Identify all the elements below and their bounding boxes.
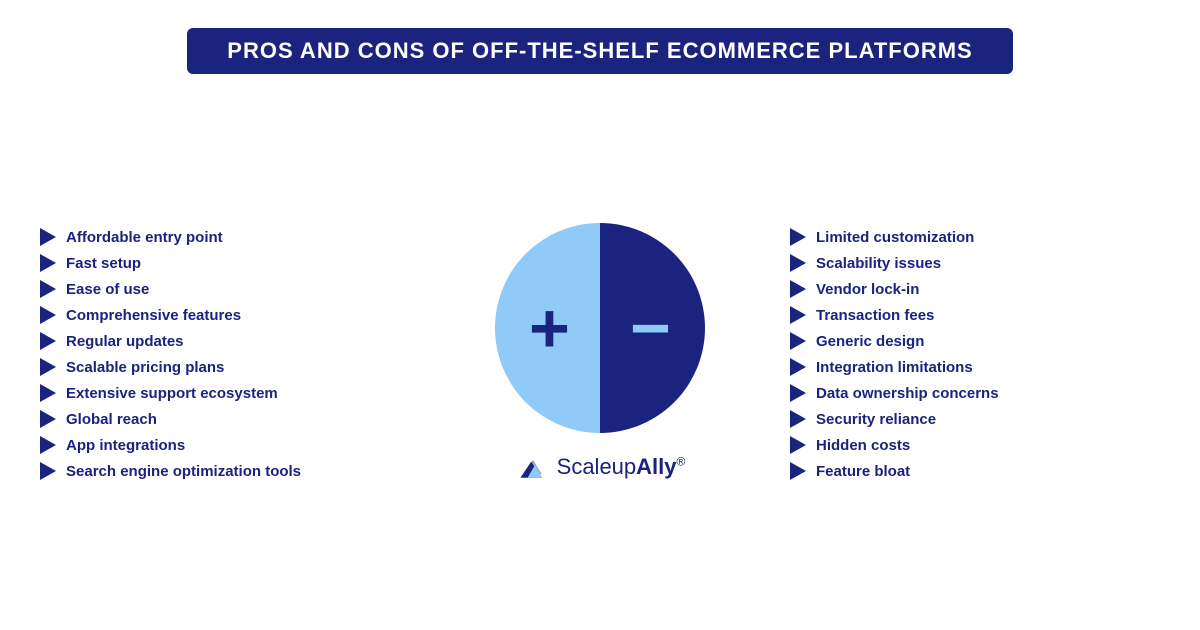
- pros-list-item: Scalable pricing plans: [40, 358, 224, 376]
- pros-list: Affordable entry point Fast setup Ease o…: [40, 228, 410, 480]
- cons-list-item: Scalability issues: [790, 254, 941, 272]
- logo-registered: ®: [677, 455, 686, 469]
- arrow-icon: [40, 254, 56, 272]
- page-container: PROS AND CONS OF OFF-THE-SHELF ECOMMERCE…: [0, 0, 1200, 630]
- logo-area: ScaleupAlly®: [515, 449, 686, 485]
- title-box: PROS AND CONS OF OFF-THE-SHELF ECOMMERCE…: [187, 28, 1012, 74]
- pros-item-text: Global reach: [66, 411, 157, 428]
- circle-cons-half: −: [600, 223, 705, 433]
- cons-list-item: Vendor lock-in: [790, 280, 919, 298]
- pros-item-text: Fast setup: [66, 255, 141, 272]
- arrow-icon: [790, 332, 806, 350]
- arrow-icon: [40, 358, 56, 376]
- pros-list-item: Global reach: [40, 410, 157, 428]
- pros-item-text: Search engine optimization tools: [66, 463, 301, 480]
- cons-list-item: Generic design: [790, 332, 924, 350]
- arrow-icon: [790, 228, 806, 246]
- circle-pros-half: +: [495, 223, 600, 433]
- cons-item-text: Integration limitations: [816, 359, 973, 376]
- arrow-icon: [40, 462, 56, 480]
- arrow-icon: [790, 410, 806, 428]
- pros-item-text: App integrations: [66, 437, 185, 454]
- pros-item-text: Scalable pricing plans: [66, 359, 224, 376]
- cons-list-item: Hidden costs: [790, 436, 910, 454]
- cons-list-item: Transaction fees: [790, 306, 934, 324]
- arrow-icon: [40, 306, 56, 324]
- pros-list-item: Regular updates: [40, 332, 184, 350]
- pros-list-item: Search engine optimization tools: [40, 462, 301, 480]
- pros-item-text: Comprehensive features: [66, 307, 241, 324]
- center-graphic: + − ScaleupAlly®: [495, 223, 705, 485]
- pros-cons-circle: + −: [495, 223, 705, 433]
- pros-list-item: Extensive support ecosystem: [40, 384, 278, 402]
- cons-item-text: Scalability issues: [816, 255, 941, 272]
- arrow-icon: [790, 358, 806, 376]
- cons-item-text: Data ownership concerns: [816, 385, 999, 402]
- pros-list-item: App integrations: [40, 436, 185, 454]
- pros-list-item: Affordable entry point: [40, 228, 223, 246]
- cons-item-text: Limited customization: [816, 229, 974, 246]
- cons-list-item: Limited customization: [790, 228, 974, 246]
- cons-list-item: Feature bloat: [790, 462, 910, 480]
- arrow-icon: [790, 306, 806, 324]
- minus-symbol: −: [630, 293, 671, 363]
- cons-list-item: Integration limitations: [790, 358, 973, 376]
- cons-item-text: Hidden costs: [816, 437, 910, 454]
- arrow-icon: [790, 254, 806, 272]
- arrow-icon: [790, 280, 806, 298]
- page-title: PROS AND CONS OF OFF-THE-SHELF ECOMMERCE…: [227, 38, 972, 63]
- cons-item-text: Security reliance: [816, 411, 936, 428]
- arrow-icon: [40, 436, 56, 454]
- pros-list-item: Comprehensive features: [40, 306, 241, 324]
- cons-item-text: Vendor lock-in: [816, 281, 919, 298]
- cons-item-text: Feature bloat: [816, 463, 910, 480]
- arrow-icon: [40, 280, 56, 298]
- cons-list-item: Data ownership concerns: [790, 384, 999, 402]
- arrow-icon: [40, 228, 56, 246]
- arrow-icon: [40, 410, 56, 428]
- pros-item-text: Ease of use: [66, 281, 149, 298]
- cons-item-text: Generic design: [816, 333, 924, 350]
- logo-ally: Ally: [636, 454, 676, 479]
- cons-item-text: Transaction fees: [816, 307, 934, 324]
- pros-item-text: Regular updates: [66, 333, 184, 350]
- plus-symbol: +: [529, 293, 570, 363]
- pros-item-text: Affordable entry point: [66, 229, 223, 246]
- arrow-icon: [790, 462, 806, 480]
- scaleupally-logo-icon: [515, 449, 551, 485]
- arrow-icon: [790, 436, 806, 454]
- arrow-icon: [790, 384, 806, 402]
- pros-item-text: Extensive support ecosystem: [66, 385, 278, 402]
- cons-list-item: Security reliance: [790, 410, 936, 428]
- arrow-icon: [40, 384, 56, 402]
- arrow-icon: [40, 332, 56, 350]
- cons-list: Limited customization Scalability issues…: [790, 228, 1160, 480]
- logo-scaleup: Scaleup: [557, 454, 637, 479]
- pros-list-item: Fast setup: [40, 254, 141, 272]
- logo-text: ScaleupAlly®: [557, 454, 686, 480]
- pros-list-item: Ease of use: [40, 280, 149, 298]
- main-content: Affordable entry point Fast setup Ease o…: [40, 98, 1160, 610]
